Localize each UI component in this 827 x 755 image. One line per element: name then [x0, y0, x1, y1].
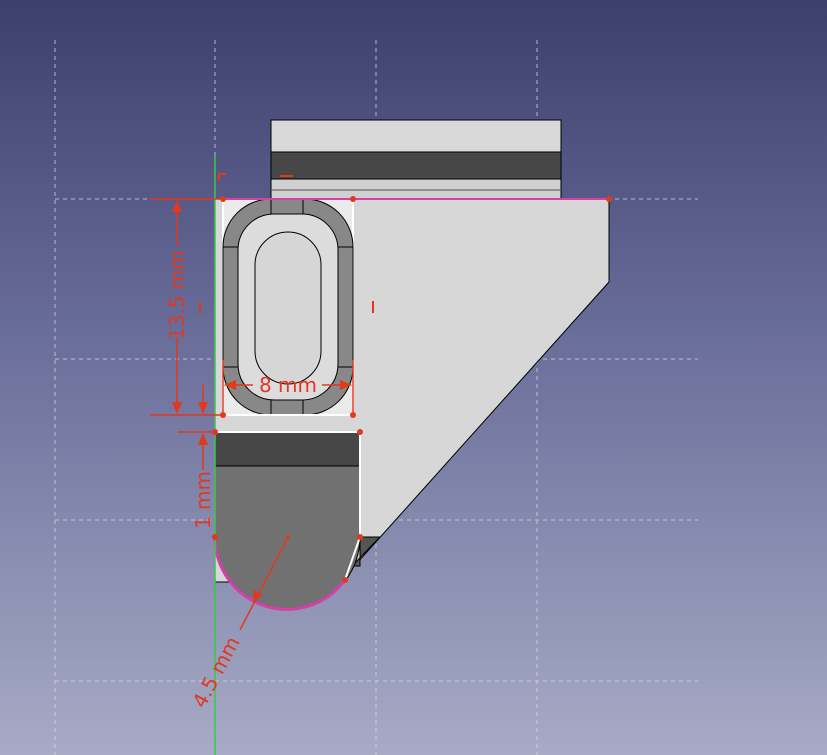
- vertex[interactable]: [357, 429, 363, 435]
- dimension-radius-label[interactable]: 4.5 mm: [187, 632, 244, 711]
- vertex[interactable]: [212, 429, 218, 435]
- coincident-constraint-icon[interactable]: [218, 173, 226, 181]
- dimension-gap[interactable]: 1 mm: [178, 385, 217, 529]
- vertex[interactable]: [606, 196, 612, 202]
- 3d-viewport[interactable]: 13.5 mm 8 mm 1 mm 4.5 mm: [0, 0, 827, 755]
- vertex[interactable]: [350, 412, 356, 418]
- dimension-height-label[interactable]: 13.5 mm: [165, 250, 189, 340]
- vertex[interactable]: [350, 196, 356, 202]
- vertex[interactable]: [357, 534, 363, 540]
- vertex[interactable]: [220, 196, 226, 202]
- dimension-width-label[interactable]: 8 mm: [259, 373, 317, 397]
- vertex[interactable]: [342, 577, 348, 583]
- back-body[interactable]: [270, 119, 562, 200]
- vertex[interactable]: [220, 412, 226, 418]
- vertex[interactable]: [212, 534, 218, 540]
- lower-tab[interactable]: [213, 431, 382, 611]
- dimension-gap-label[interactable]: 1 mm: [191, 471, 215, 529]
- dimension-height[interactable]: 13.5 mm: [150, 198, 223, 416]
- sketch-scene[interactable]: 13.5 mm 8 mm 1 mm 4.5 mm: [0, 0, 827, 755]
